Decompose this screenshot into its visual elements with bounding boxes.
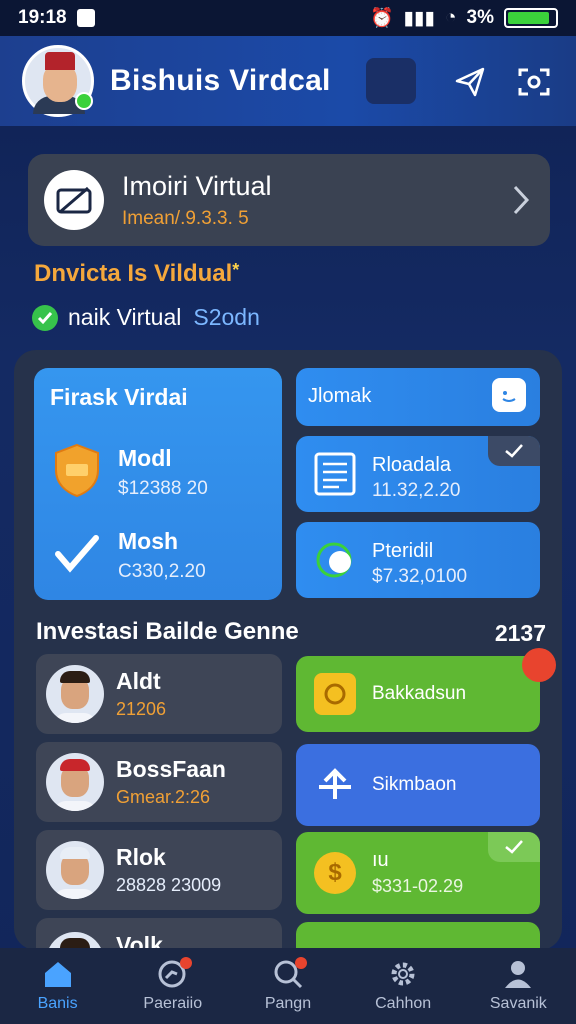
nav-item-settings[interactable]: Cahhon bbox=[348, 959, 458, 1013]
account-card[interactable]: Imoiri Virtual Imean/.9.3.3. 5 bbox=[28, 154, 550, 246]
side-tile-pteridil[interactable]: Pteridil $7.32,0100 bbox=[296, 522, 540, 598]
battery-percent: 3% bbox=[466, 7, 494, 28]
nav-label: Savanik bbox=[489, 995, 547, 1012]
profile-icon bbox=[505, 961, 532, 988]
star-icon: * bbox=[232, 260, 240, 280]
shield-icon bbox=[52, 442, 102, 503]
verify-row: naik Virtual S2odn bbox=[32, 304, 260, 331]
avatar bbox=[46, 841, 104, 899]
pie-chart-icon bbox=[314, 538, 356, 585]
nav-item-profile[interactable]: Savanik bbox=[463, 959, 573, 1013]
app-header: Bishuis Virdcal bbox=[0, 36, 576, 126]
portfolio-row[interactable]: Modl $12388 20 bbox=[52, 442, 208, 503]
nav-label: Cahhon bbox=[375, 995, 432, 1012]
alarm-icon: ⏰ bbox=[370, 8, 394, 29]
app-title: Bishuis Virdcal bbox=[110, 64, 331, 97]
side-tile-label: Rloadala bbox=[372, 454, 451, 476]
home-icon bbox=[44, 962, 71, 987]
side-tile-label: Pteridil bbox=[372, 540, 434, 562]
portfolio-title: Firask Virdai bbox=[50, 384, 188, 410]
notification-icon bbox=[76, 9, 95, 27]
chat-icon bbox=[492, 378, 526, 412]
avatar[interactable] bbox=[22, 45, 94, 117]
nav-item-performance[interactable]: Paeraiio bbox=[118, 957, 228, 1013]
person-name: Rlok bbox=[116, 844, 166, 870]
action-value: $331-02.29 bbox=[372, 876, 464, 896]
action-tile[interactable]: $ ıu $331-02.29 bbox=[296, 832, 540, 914]
check-badge-icon bbox=[488, 436, 540, 466]
action-tile[interactable]: Sikmbaon bbox=[296, 744, 540, 826]
avatar bbox=[46, 665, 104, 723]
scan-icon[interactable] bbox=[516, 64, 552, 100]
wallet-icon bbox=[314, 673, 356, 715]
nav-label: Pangn bbox=[264, 995, 312, 1012]
action-tile[interactable] bbox=[296, 922, 540, 948]
coin-icon: $ bbox=[314, 852, 356, 894]
portfolio-tile[interactable]: Firask Virdai Modl $12388 20 Mosh C330,2… bbox=[34, 368, 282, 600]
online-indicator bbox=[75, 92, 93, 110]
send-icon[interactable] bbox=[452, 64, 488, 100]
nav-item-search[interactable]: Pangn bbox=[233, 957, 343, 1013]
document-icon bbox=[314, 452, 356, 501]
header-placeholder-button[interactable] bbox=[366, 58, 416, 104]
list-item[interactable]: BossFaan Gmear.2:26 bbox=[36, 742, 282, 822]
person-amount: 21206 bbox=[116, 699, 167, 719]
check-circle-icon bbox=[32, 304, 58, 331]
section-count: 2137 bbox=[494, 620, 546, 646]
chevron-right-icon bbox=[512, 184, 530, 221]
nav-label: Banis bbox=[37, 995, 78, 1012]
action-label: ıu bbox=[372, 849, 389, 871]
verify-label: naik Virtual bbox=[68, 304, 182, 330]
gear-icon bbox=[391, 962, 415, 986]
checkmark-icon bbox=[52, 528, 102, 583]
person-name: Aldt bbox=[116, 668, 161, 694]
side-tile-jlomak[interactable]: Jlomak bbox=[296, 368, 540, 426]
status-time: 19:18 bbox=[18, 7, 67, 28]
side-tile-label: Jlomak bbox=[308, 385, 372, 407]
nav-item-home[interactable]: Banis bbox=[3, 959, 113, 1013]
side-tile-value: 11.32,2.20 bbox=[372, 480, 461, 501]
nav-label: Paeraiio bbox=[143, 995, 203, 1012]
account-card-subtitle: Imean/.9.3.3. 5 bbox=[122, 207, 249, 229]
status-bar: 19:18 ⏰ ▮▮▮ ◔ 3% bbox=[0, 0, 576, 36]
notification-badge bbox=[522, 648, 556, 682]
avatar bbox=[46, 753, 104, 811]
signal-icon: ▮▮▮ bbox=[403, 7, 436, 29]
bottom-nav: Banis Paeraiio Pangn Cahhon Savanik bbox=[0, 948, 576, 1024]
wifi-icon: ◔ bbox=[445, 7, 457, 28]
action-label: Sikmbaon bbox=[372, 774, 457, 795]
portfolio-row-label: Modl bbox=[118, 445, 172, 471]
list-item[interactable]: Volk bbox=[36, 918, 282, 948]
portfolio-row-value: $12388 20 bbox=[118, 478, 208, 499]
action-tile[interactable]: Bakkadsun bbox=[296, 656, 540, 732]
promo-text: Dnvicta Is Vildual* bbox=[34, 260, 240, 287]
notification-dot bbox=[179, 957, 192, 969]
card-logo-icon bbox=[44, 170, 104, 230]
side-tile-rloadala[interactable]: Rloadala 11.32,2.20 bbox=[296, 436, 540, 512]
notification-dot bbox=[294, 957, 307, 969]
side-tile-value: $7.32,0100 bbox=[372, 566, 468, 587]
verify-value: S2odn bbox=[193, 304, 260, 330]
section-title: Investasi Bailde Genne bbox=[36, 618, 299, 645]
account-card-title: Imoiri Virtual bbox=[122, 170, 272, 201]
person-amount: Gmear.2:26 bbox=[116, 787, 211, 807]
check-badge-icon bbox=[488, 832, 540, 862]
action-label: Bakkadsun bbox=[372, 683, 467, 704]
person-name: Volk bbox=[116, 932, 163, 948]
list-item[interactable]: Rlok 28828 23009 bbox=[36, 830, 282, 910]
battery-icon bbox=[504, 8, 558, 28]
portfolio-row[interactable]: Mosh C330,2.20 bbox=[52, 528, 206, 583]
list-item[interactable]: Aldt 21206 bbox=[36, 654, 282, 734]
portfolio-row-label: Mosh bbox=[118, 528, 179, 554]
person-name: BossFaan bbox=[116, 756, 226, 782]
portfolio-row-value: C330,2.20 bbox=[118, 561, 206, 582]
avatar bbox=[46, 932, 104, 948]
airplane-icon bbox=[314, 764, 356, 806]
person-amount: 28828 23009 bbox=[116, 875, 222, 895]
